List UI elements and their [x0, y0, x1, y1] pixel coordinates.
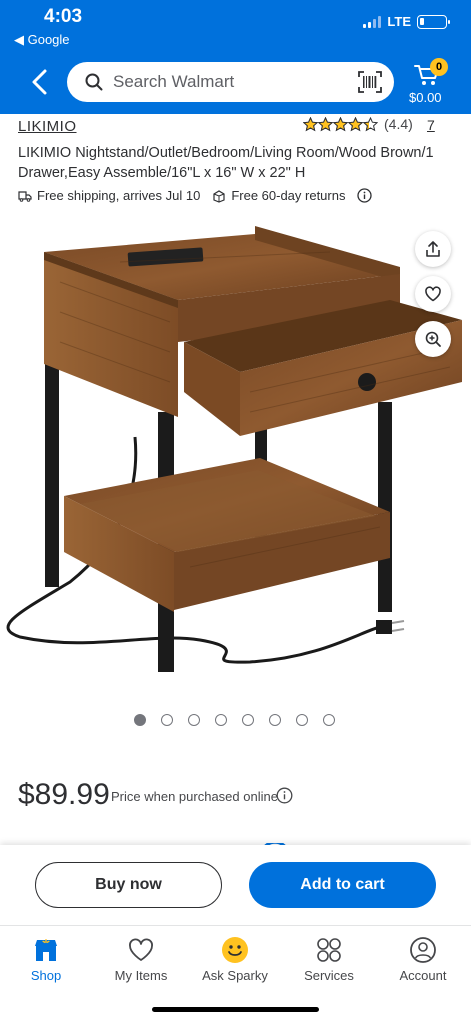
rating-stars — [303, 116, 378, 132]
barcode-scanner-icon[interactable] — [358, 71, 382, 93]
status-time: 4:03 — [44, 6, 83, 27]
product-image[interactable] — [0, 222, 471, 692]
cart-button[interactable]: 0 $0.00 — [408, 58, 456, 108]
info-icon[interactable] — [357, 188, 373, 203]
cart-count-badge: 0 — [430, 58, 448, 76]
carousel-dot[interactable] — [161, 714, 173, 726]
image-carousel-dots — [134, 714, 335, 726]
back-arrow-icon[interactable] — [28, 66, 52, 98]
store-icon — [35, 939, 57, 961]
returns-text: Free 60-day returns — [231, 188, 346, 203]
home-indicator — [152, 1007, 319, 1012]
search-input[interactable] — [113, 71, 343, 93]
star-icon — [303, 116, 318, 131]
network-label: LTE — [387, 14, 411, 29]
carousel-dot[interactable] — [215, 714, 227, 726]
shipping-badge: Free shipping, arrives Jul 10 — [18, 188, 200, 203]
fulfillment-badges: Free shipping, arrives Jul 10 Free 60-da… — [18, 188, 373, 203]
nav-shop[interactable]: Shop — [6, 936, 86, 983]
add-to-cart-button[interactable]: Add to cart — [249, 862, 436, 908]
carousel-dot[interactable] — [188, 714, 200, 726]
star-icon — [363, 116, 378, 131]
battery-icon — [417, 14, 450, 29]
bottom-navigation: Shop My Items Ask Sparky Services Accoun… — [0, 925, 471, 1020]
nav-ask-sparky[interactable]: Ask Sparky — [195, 936, 275, 983]
carousel-dot[interactable] — [323, 714, 335, 726]
price-note: Price when purchased online — [111, 789, 278, 804]
rating-value: (4.4) — [384, 116, 413, 132]
returns-icon — [213, 189, 225, 203]
action-bar: Buy now Add to cart — [0, 845, 471, 925]
star-icon — [318, 116, 333, 131]
nav-my-items[interactable]: My Items — [101, 936, 181, 983]
review-count-link[interactable]: 7 — [427, 117, 435, 133]
share-button[interactable] — [415, 231, 451, 267]
share-icon — [426, 241, 440, 257]
signal-icon — [363, 15, 382, 28]
nav-label: Account — [399, 968, 447, 983]
zoom-button[interactable] — [415, 321, 451, 357]
buy-now-button[interactable]: Buy now — [35, 862, 222, 908]
nav-label: Services — [304, 968, 354, 983]
heart-icon — [425, 286, 441, 302]
brand-link[interactable]: LIKIMIO — [18, 118, 77, 135]
product-rating[interactable]: (4.4) — [303, 116, 413, 132]
services-icon — [317, 938, 341, 962]
search-bar[interactable] — [67, 62, 394, 102]
sparky-icon — [222, 937, 248, 963]
favorite-button[interactable] — [415, 276, 451, 312]
nav-label: Shop — [30, 968, 62, 983]
shipping-text: Free shipping, arrives Jul 10 — [37, 188, 201, 203]
app-header: 4:03 ◀ Google LTE 0 $0. — [0, 0, 471, 114]
star-icon — [333, 116, 348, 131]
heart-icon — [129, 938, 153, 961]
info-icon[interactable] — [276, 787, 293, 804]
returns-badge: Free 60-day returns — [212, 188, 345, 203]
carousel-dot[interactable] — [269, 714, 281, 726]
carousel-dot[interactable] — [134, 714, 146, 726]
star-icon — [348, 116, 363, 131]
back-to-app-link[interactable]: ◀ Google — [14, 32, 70, 48]
carousel-dot[interactable] — [296, 714, 308, 726]
account-icon — [410, 937, 436, 963]
nav-label: My Items — [114, 968, 168, 983]
cart-total: $0.00 — [409, 90, 442, 105]
nav-label: Ask Sparky — [202, 968, 268, 983]
search-icon — [85, 73, 103, 91]
product-title: LIKIMIO Nightstand/Outlet/Bedroom/Living… — [18, 145, 434, 181]
carousel-dot[interactable] — [242, 714, 254, 726]
product-price: $89.99 — [18, 778, 110, 811]
nav-account[interactable]: Account — [383, 936, 463, 983]
nav-services[interactable]: Services — [289, 936, 369, 983]
zoom-in-icon — [425, 331, 441, 347]
status-indicators: LTE — [363, 14, 450, 29]
truck-icon — [18, 190, 32, 202]
